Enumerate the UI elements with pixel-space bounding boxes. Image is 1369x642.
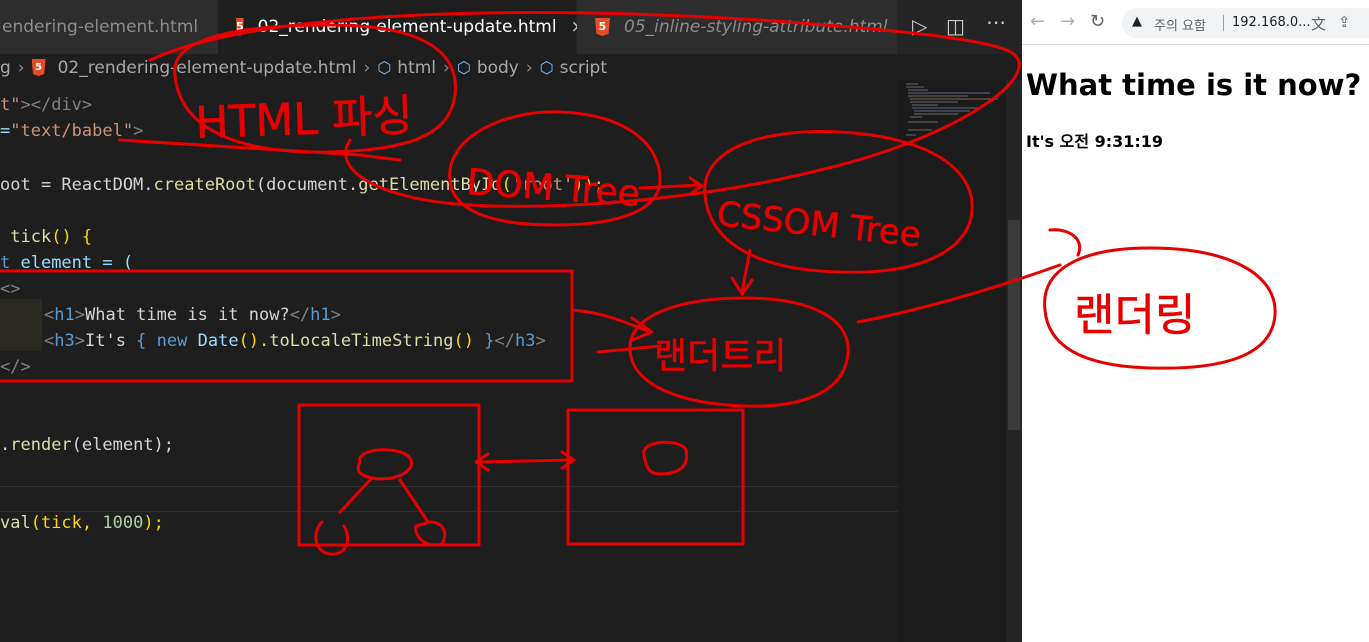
url-text[interactable]: 192.168.0... (1232, 15, 1311, 30)
symbol-element-icon: ⬡ (456, 58, 471, 77)
split-editor-icon[interactable]: ◫ (946, 14, 965, 38)
chevron-right-icon: › (17, 57, 25, 78)
chevron-right-icon: › (525, 57, 533, 78)
reload-icon[interactable]: ↻ (1090, 11, 1105, 32)
run-icon[interactable]: ▷ (912, 14, 927, 38)
code-line: t"></div> (0, 95, 93, 115)
tab-inline-styling-attribute[interactable]: 5 05_inline-styling-attribute.html (577, 0, 897, 54)
breadcrumb-item-body[interactable]: body (477, 58, 519, 78)
tab-rendering-element-update[interactable]: 5 02_rendering-element-update.html × (218, 0, 585, 54)
code-line: ="text/babel"> (0, 121, 144, 141)
breadcrumb-item-file[interactable]: 02_rendering-element-update.html (58, 58, 357, 78)
back-arrow-icon[interactable]: ← (1030, 11, 1045, 32)
chevron-right-icon: › (443, 57, 450, 78)
security-warning-label[interactable]: 주의 요함 (1154, 15, 1206, 34)
code-line: t element = ( (0, 253, 134, 273)
code-line: </> (0, 357, 31, 377)
browser-window: ← → ↻ ▲ 주의 요함 192.168.0... 文 ⇪ What time… (1022, 0, 1369, 642)
html5-file-icon: 5 (236, 18, 244, 36)
share-icon[interactable]: ⇪ (1338, 13, 1351, 31)
code-line: tick() { (10, 227, 93, 247)
forward-arrow-icon[interactable]: → (1060, 11, 1075, 32)
chevron-right-icon: › (363, 57, 371, 78)
tab-label: 05_inline-styling-attribute.html (624, 17, 888, 37)
code-line: .render(element); (0, 435, 175, 455)
code-line: oot = ReactDOM.createRoot(document.getEl… (0, 175, 604, 195)
breadcrumb-item-html[interactable]: html (397, 58, 436, 78)
code-line: <h3>It's { new Date().toLocaleTimeString… (44, 331, 546, 351)
html5-file-icon: 5 (595, 18, 610, 36)
more-actions-icon[interactable]: ⋯ (986, 10, 1006, 34)
tab-label: 02_rendering-element-update.html (257, 17, 557, 37)
page-heading: What time is it now? (1026, 68, 1362, 102)
breadcrumb-item-folder[interactable]: g (0, 58, 11, 78)
warning-icon[interactable]: ▲ (1132, 14, 1142, 29)
symbol-element-icon: ⬡ (539, 58, 554, 77)
breadcrumb-item-script[interactable]: script (560, 58, 607, 78)
translate-icon[interactable]: 文 (1311, 13, 1326, 34)
html5-file-icon: 5 (31, 59, 46, 76)
code-line: val(tick, 1000); (0, 513, 164, 533)
minimap[interactable] (898, 80, 1006, 642)
editor-tab-bar: endering-element.html 5 02_rendering-ele… (0, 0, 1022, 54)
symbol-element-icon: ⬡ (377, 58, 392, 77)
breadcrumb: g › 5 02_rendering-element-update.html ›… (0, 54, 900, 81)
minimap-preview (906, 83, 998, 136)
code-line: <h1>What time is it now?</h1> (44, 305, 341, 325)
browser-toolbar: ← → ↻ ▲ 주의 요함 192.168.0... 文 ⇪ (1022, 0, 1369, 45)
page-time-text: It's 오전 9:31:19 (1026, 132, 1164, 151)
code-editor: endering-element.html 5 02_rendering-ele… (0, 0, 1022, 642)
indent-guide-highlight (0, 299, 42, 351)
current-line-highlight (0, 486, 900, 512)
vertical-scrollbar[interactable] (1006, 80, 1022, 642)
code-line: <> (0, 279, 21, 299)
address-bar[interactable]: ▲ 주의 요함 192.168.0... 文 ⇪ (1122, 8, 1369, 38)
tab-rendering-element[interactable]: endering-element.html (0, 0, 218, 54)
tab-label: endering-element.html (2, 17, 199, 37)
omnibox-divider (1223, 15, 1224, 31)
scrollbar-thumb[interactable] (1008, 220, 1020, 430)
